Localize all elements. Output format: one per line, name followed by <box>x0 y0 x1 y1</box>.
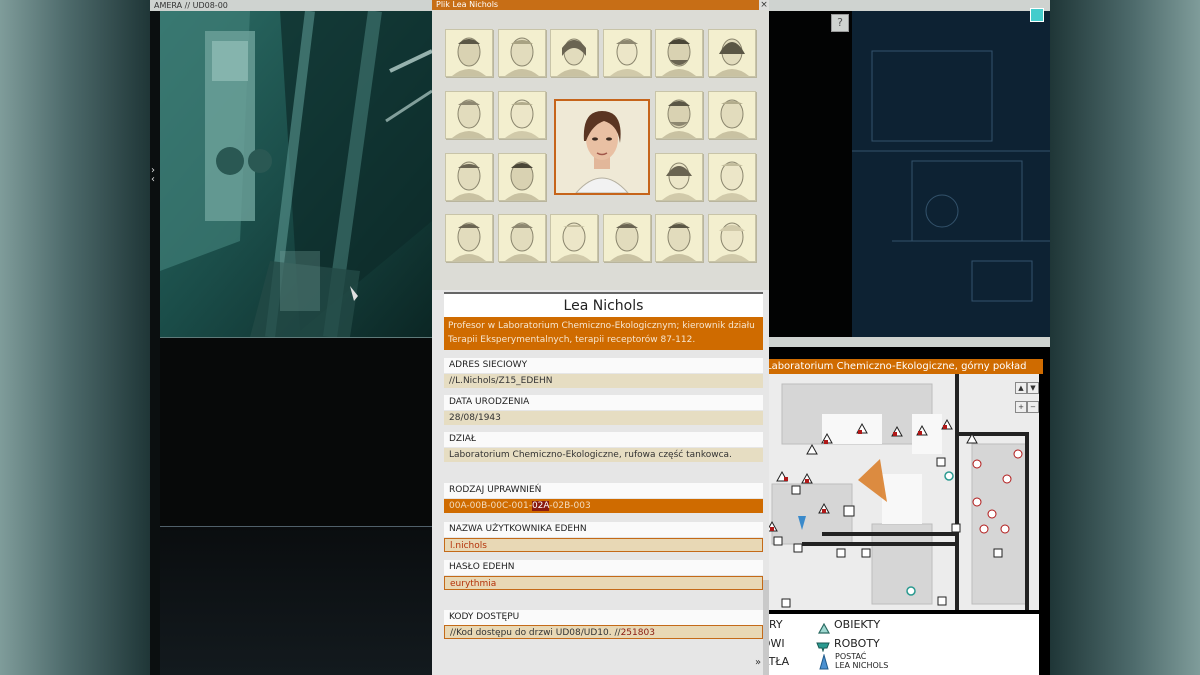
field-label-birth: DATA URODZENIA <box>444 395 763 410</box>
portrait-thumbnail[interactable] <box>655 214 703 262</box>
scroll-down-icon[interactable]: » <box>755 657 761 668</box>
portrait-thumbnail[interactable] <box>708 29 756 77</box>
portrait-thumbnail[interactable] <box>708 153 756 201</box>
map-title: Laboratorium Chemiczno-Ekologiczne, górn… <box>762 359 1043 374</box>
portrait-thumbnail[interactable] <box>655 91 703 139</box>
zoom-down-button[interactable]: ▼ <box>1027 382 1039 394</box>
portrait-thumbnail[interactable] <box>498 29 546 77</box>
backdrop-left <box>0 0 150 675</box>
selected-portrait[interactable] <box>554 99 650 195</box>
zoom-in-button[interactable]: + <box>1015 401 1027 413</box>
camera-slot-empty <box>160 338 432 527</box>
portrait-thumbnail[interactable] <box>708 91 756 139</box>
permissions-codes: 00A-00B-00C-001- <box>449 501 532 511</box>
field-value-permissions: 00A-00B-00C-001-02A-02B-003 <box>444 499 763 513</box>
portrait-thumbnail[interactable] <box>445 214 493 262</box>
field-label-dept: DZIAŁ <box>444 432 763 447</box>
legend-robots-label[interactable]: ROBOTY <box>834 637 880 650</box>
personnel-file-window: Plik Lea Nichols × Lea Nichols Profesor … <box>432 0 769 675</box>
legend-character-name: LEA NICHOLS <box>835 661 889 670</box>
scroll-track[interactable] <box>763 580 769 675</box>
map-legend: ERY DWI ATŁA OBIEKTY ROBOTY POSTAĆ LEA N… <box>762 614 1039 675</box>
field-label-network: ADRES SIECIOWY <box>444 358 763 373</box>
map-zoom-controls: ▲ ▼ + − <box>1015 375 1039 413</box>
window-bar <box>762 337 1050 347</box>
monitor-icon[interactable] <box>1030 8 1044 22</box>
portrait-thumbnail[interactable] <box>498 153 546 201</box>
window-bar <box>762 0 1050 11</box>
camera-feed[interactable] <box>160 11 432 338</box>
portrait-thumbnail[interactable] <box>498 91 546 139</box>
portrait-thumbnail[interactable] <box>655 153 703 201</box>
field-value-username: l.nichols <box>444 538 763 552</box>
close-icon[interactable]: × <box>759 0 769 10</box>
portrait-thumbnail[interactable] <box>550 214 598 262</box>
help-icon[interactable]: ? <box>831 14 849 32</box>
blueprint-view <box>852 11 1050 337</box>
character-icon <box>819 653 829 674</box>
legend-character-title: POSTAĆ <box>835 652 867 661</box>
portrait-thumbnail[interactable] <box>655 29 703 77</box>
collapse-arrow-icon[interactable]: › ‹ <box>151 166 159 185</box>
camera-title: AMERA // UD08-00 <box>150 0 436 11</box>
field-value-birth: 28/08/1943 <box>444 411 763 425</box>
zoom-up-button[interactable]: ▲ <box>1015 382 1027 394</box>
portrait-thumbnail[interactable] <box>550 29 598 77</box>
dark-panel <box>770 11 852 337</box>
portrait-thumbnail[interactable] <box>445 91 493 139</box>
field-value-dept: Laboratorium Chemiczno-Ekologiczne, rufo… <box>444 448 763 462</box>
portrait-thumbnail[interactable] <box>445 153 493 201</box>
file-window-title: Plik Lea Nichols <box>432 0 763 10</box>
objects-icon <box>817 619 831 638</box>
field-value-access-codes: //Kod dostępu do drzwi UD08/UD10. //2518… <box>444 625 763 639</box>
access-code-note: //Kod dostępu do drzwi UD08/UD10. // <box>450 628 621 638</box>
portrait-thumbnail[interactable] <box>603 29 651 77</box>
permissions-codes-tail: -02B-003 <box>549 501 591 511</box>
field-value-password: eurythmia <box>444 576 763 590</box>
backdrop-right <box>1050 0 1200 675</box>
terminal-screen: AMERA // UD08-00 › ‹ ? Laboratorium Chem… <box>150 0 1050 675</box>
access-code-number: 251803 <box>620 628 655 638</box>
person-description: Profesor w Laboratorium Chemiczno-Ekolog… <box>444 317 763 350</box>
legend-objects-label[interactable]: OBIEKTY <box>834 618 880 631</box>
portrait-thumbnail[interactable] <box>445 29 493 77</box>
permission-highlight: 02A <box>531 501 550 511</box>
field-label-username: NAZWA UŻYTKOWNIKA EDEHN <box>444 522 763 537</box>
zoom-out-button[interactable]: − <box>1027 401 1039 413</box>
field-value-network: //L.Nichols/Z15_EDEHN <box>444 374 763 388</box>
camera-slot-empty <box>160 527 432 675</box>
field-label-access-codes: KODY DOSTĘPU <box>444 610 763 625</box>
portrait-thumbnail[interactable] <box>708 214 756 262</box>
person-name: Lea Nichols <box>444 292 763 318</box>
portrait-thumbnail[interactable] <box>603 214 651 262</box>
portrait-thumbnail[interactable] <box>498 214 546 262</box>
field-label-permissions: RODZAJ UPRAWNIEŃ <box>444 483 763 498</box>
deck-map[interactable] <box>762 374 1039 610</box>
field-label-password: HASŁO EDEHN <box>444 560 763 575</box>
